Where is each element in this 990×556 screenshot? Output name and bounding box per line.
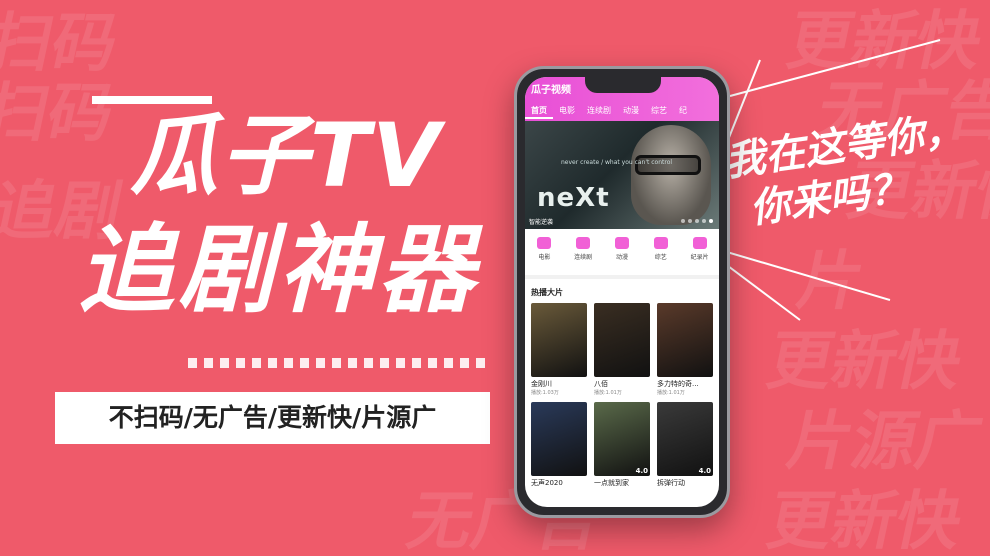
- movie-card[interactable]: 4.0 一点就到家: [594, 402, 650, 488]
- phone-screen: 瓜子视频 首页 电影 连续剧 动漫 综艺 纪 never create / wh…: [525, 77, 719, 507]
- film-icon: [537, 237, 552, 249]
- phone-mockup: 瓜子视频 首页 电影 连续剧 动漫 综艺 纪 never create / wh…: [514, 66, 730, 518]
- movie-card[interactable]: 多力特的奇... 播放:1.01万: [657, 303, 713, 396]
- category-variety[interactable]: 综艺: [646, 235, 676, 271]
- tab-variety[interactable]: 综艺: [645, 103, 673, 119]
- movie-name: 多力特的奇...: [657, 380, 699, 388]
- phone-notch: [585, 77, 661, 93]
- movie-score: 4.0: [635, 467, 648, 475]
- tab-home[interactable]: 首页: [525, 103, 553, 119]
- movie-card[interactable]: 八佰播放:1.01万: [594, 303, 650, 396]
- movie-name: 一点就到家: [594, 479, 629, 487]
- movie-score: 4.0: [698, 467, 711, 475]
- banner-title: neXt: [537, 183, 610, 213]
- category-film[interactable]: 电影: [529, 235, 559, 271]
- tab-movie[interactable]: 电影: [553, 103, 581, 119]
- movie-plays: 播放:1.01万: [594, 390, 622, 396]
- category-row: 电影 连续剧 动漫 综艺 纪录片: [525, 235, 719, 271]
- decorative-line: [92, 96, 212, 104]
- tab-anime[interactable]: 动漫: [617, 103, 645, 119]
- anime-icon: [614, 237, 629, 249]
- category-anime[interactable]: 动漫: [607, 235, 637, 271]
- headline-line1: 瓜子TV: [130, 104, 443, 207]
- movie-name: 无声2020: [531, 479, 563, 487]
- tab-documentary[interactable]: 纪: [673, 103, 693, 119]
- movie-name: 八佰: [594, 380, 608, 388]
- decorative-dots: [188, 358, 490, 368]
- movie-poster: [531, 303, 587, 377]
- variety-icon: [653, 237, 668, 249]
- movie-card[interactable]: 金刚川播放:1.03万: [531, 303, 587, 396]
- tagline: 不扫码/无广告/更新快/片源广: [108, 403, 437, 432]
- movie-name: 金刚川: [531, 380, 552, 388]
- movie-grid: 金刚川 播放:1.03万 八佰 播放:1.01万 多力特的奇... 播放:1.01万 无声2…: [531, 303, 713, 488]
- divider: [525, 275, 719, 279]
- movie-name: 拆弹行动: [657, 479, 685, 487]
- app-title: 瓜子视频: [531, 85, 571, 96]
- movie-plays: 播放:1.01万: [657, 390, 685, 396]
- carousel-dots: [681, 219, 713, 223]
- section-title: 热播大片: [531, 288, 563, 297]
- tv-icon: [576, 237, 591, 249]
- movie-card[interactable]: 无声2020: [531, 402, 587, 488]
- movie-poster: 4.0: [657, 402, 713, 476]
- movie-poster: [594, 303, 650, 377]
- banner-carousel[interactable]: never create / what you can't control ne…: [525, 121, 719, 229]
- movie-poster: 4.0: [594, 402, 650, 476]
- tab-series[interactable]: 连续剧: [581, 103, 617, 119]
- headline-line2: 追剧神器: [78, 214, 478, 326]
- app-tabs: 首页 电影 连续剧 动漫 综艺 纪: [525, 103, 719, 119]
- movie-poster: [531, 402, 587, 476]
- movie-plays: 播放:1.03万: [531, 390, 559, 396]
- banner-caption: 智能逆袭: [529, 219, 554, 226]
- movie-card[interactable]: 4.0 拆弹行动: [657, 402, 713, 488]
- category-documentary[interactable]: 纪录片: [685, 235, 715, 271]
- documentary-icon: [692, 237, 707, 249]
- category-series[interactable]: 连续剧: [568, 235, 598, 271]
- banner-small-text: never create / what you can't control: [561, 159, 673, 166]
- movie-poster: [657, 303, 713, 377]
- banner-face-image: [631, 125, 711, 225]
